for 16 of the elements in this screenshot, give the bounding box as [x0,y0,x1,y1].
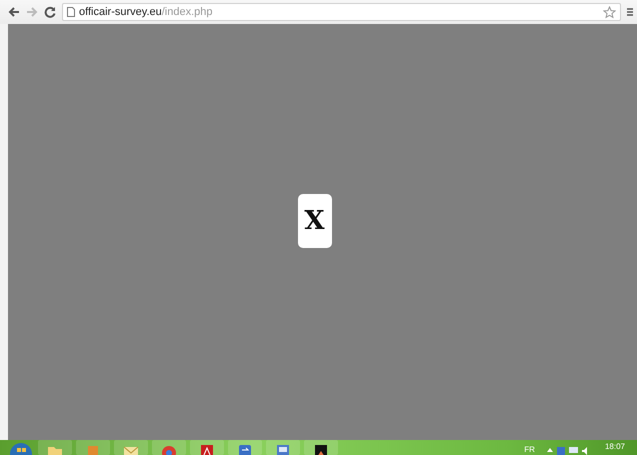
start-icon[interactable] [8,440,34,455]
menu-icon[interactable] [627,7,633,17]
network-icon[interactable] [568,447,578,455]
envelope-icon[interactable] [114,440,148,455]
close-button[interactable]: X [298,194,332,248]
url-text: officair-survey.eu/index.php [79,6,213,18]
reload-icon[interactable] [44,6,56,18]
star-icon[interactable] [603,6,616,18]
address-bar[interactable]: officair-survey.eu/index.php [62,3,621,21]
document-icon[interactable] [266,440,300,455]
speaker-icon[interactable] [582,447,589,455]
tray-arrow-icon[interactable] [546,447,553,452]
forward-icon[interactable] [26,6,38,18]
back-icon[interactable] [8,6,20,18]
page-icon [67,7,75,17]
folder-icon[interactable] [38,440,72,455]
